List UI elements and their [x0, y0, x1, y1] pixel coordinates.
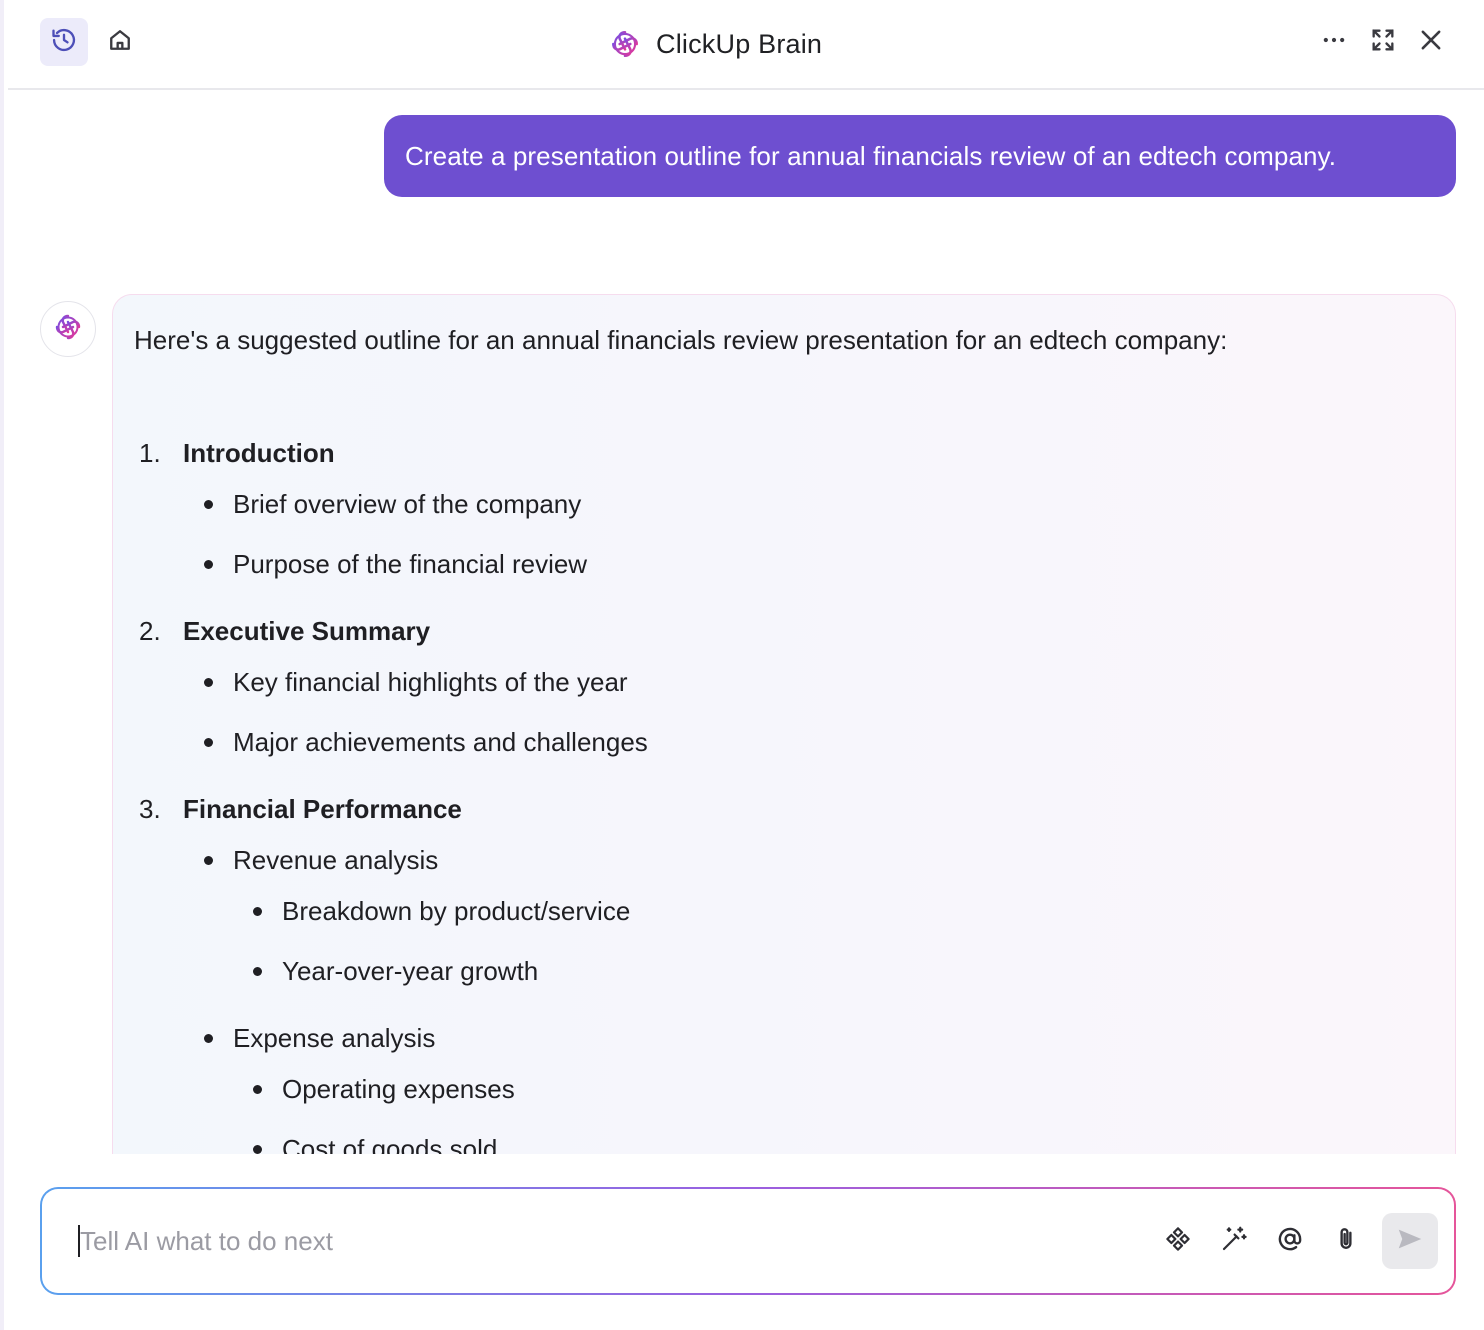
section-number: 3.: [139, 794, 161, 824]
bullet-text: Breakdown by product/service: [282, 896, 631, 926]
bullet-text: Purpose of the financial review: [233, 549, 588, 579]
ai-avatar: [40, 301, 96, 357]
apps-button[interactable]: [1156, 1219, 1200, 1263]
bullet-dot: [204, 678, 213, 687]
outline-section: 2. Executive Summary: [139, 616, 430, 647]
clickup-brain-logo-icon: [52, 311, 84, 348]
history-icon: [50, 26, 78, 59]
more-icon: [1320, 26, 1348, 59]
bullet-dot: [253, 1085, 262, 1094]
mention-button[interactable]: [1268, 1219, 1312, 1263]
outline-bullet: Key financial highlights of the year: [204, 667, 628, 698]
outline-bullet: Expense analysis: [204, 1023, 436, 1054]
attach-button[interactable]: [1324, 1219, 1368, 1263]
outline-sub-bullet: Operating expenses: [253, 1074, 515, 1105]
bullet-dot: [253, 1145, 262, 1154]
outline-bullet: Brief overview of the company: [204, 489, 582, 520]
window-title: ClickUp Brain: [608, 22, 822, 66]
bullet-dot: [253, 907, 262, 916]
user-message-text: Create a presentation outline for annual…: [405, 140, 1337, 171]
close-icon: [1417, 26, 1445, 59]
ai-response-intro: Here's a suggested outline for an annual…: [134, 325, 1228, 355]
apps-icon: [1163, 1224, 1193, 1259]
bullet-dot: [204, 500, 213, 509]
bullet-text: Cost of goods sold: [282, 1134, 498, 1154]
bullet-text: Revenue analysis: [233, 845, 439, 875]
outline-bullet: Revenue analysis: [204, 845, 439, 876]
section-heading: Introduction: [183, 438, 335, 468]
paperclip-icon: [1331, 1224, 1361, 1259]
at-sign-icon: [1275, 1224, 1305, 1259]
outline-sub-bullet: Breakdown by product/service: [253, 896, 631, 927]
send-button[interactable]: [1382, 1213, 1438, 1269]
prompt-input-box: [40, 1187, 1456, 1295]
home-icon: [106, 26, 134, 59]
outline-section: 1. Introduction: [139, 438, 335, 469]
bullet-text: Year-over-year growth: [282, 956, 539, 986]
clickup-brain-window: ClickUp Brain Create a presentation outl…: [0, 0, 1484, 1330]
bullet-text: Brief overview of the company: [233, 489, 582, 519]
ai-magic-button[interactable]: [1212, 1219, 1256, 1263]
home-button[interactable]: [96, 18, 144, 66]
section-number: 2.: [139, 616, 161, 646]
outline-sub-bullet: Year-over-year growth: [253, 956, 539, 987]
bullet-text: Key financial highlights of the year: [233, 667, 628, 697]
prompt-input[interactable]: [80, 1221, 1080, 1261]
bullet-dot: [204, 738, 213, 747]
header: ClickUp Brain: [8, 0, 1484, 90]
clickup-brain-logo-icon: [608, 27, 642, 61]
ai-response-card: Here's a suggested outline for an annual…: [112, 294, 1456, 1154]
expand-icon: [1369, 26, 1397, 59]
more-options-button[interactable]: [1310, 18, 1358, 66]
close-button[interactable]: [1407, 18, 1455, 66]
outline-sub-bullet: Cost of goods sold: [253, 1134, 498, 1154]
outline-bullet: Major achievements and challenges: [204, 727, 648, 758]
expand-button[interactable]: [1359, 18, 1407, 66]
outline-section: 3. Financial Performance: [139, 794, 462, 825]
section-heading: Financial Performance: [183, 794, 462, 824]
magic-wand-icon: [1219, 1224, 1249, 1259]
send-icon: [1395, 1224, 1425, 1259]
bullet-dot: [253, 967, 262, 976]
bullet-text: Expense analysis: [233, 1023, 436, 1053]
section-number: 1.: [139, 438, 161, 468]
bullet-dot: [204, 560, 213, 569]
bullet-text: Operating expenses: [282, 1074, 515, 1104]
user-message-bubble: Create a presentation outline for annual…: [384, 115, 1456, 197]
bullet-text: Major achievements and challenges: [233, 727, 648, 757]
bullet-dot: [204, 1034, 213, 1043]
window-title-text: ClickUp Brain: [656, 28, 823, 59]
section-heading: Executive Summary: [183, 616, 431, 646]
prompt-input-inner: [42, 1189, 1454, 1293]
history-button[interactable]: [40, 18, 88, 66]
bullet-dot: [204, 856, 213, 865]
outline-bullet: Purpose of the financial review: [204, 549, 588, 580]
